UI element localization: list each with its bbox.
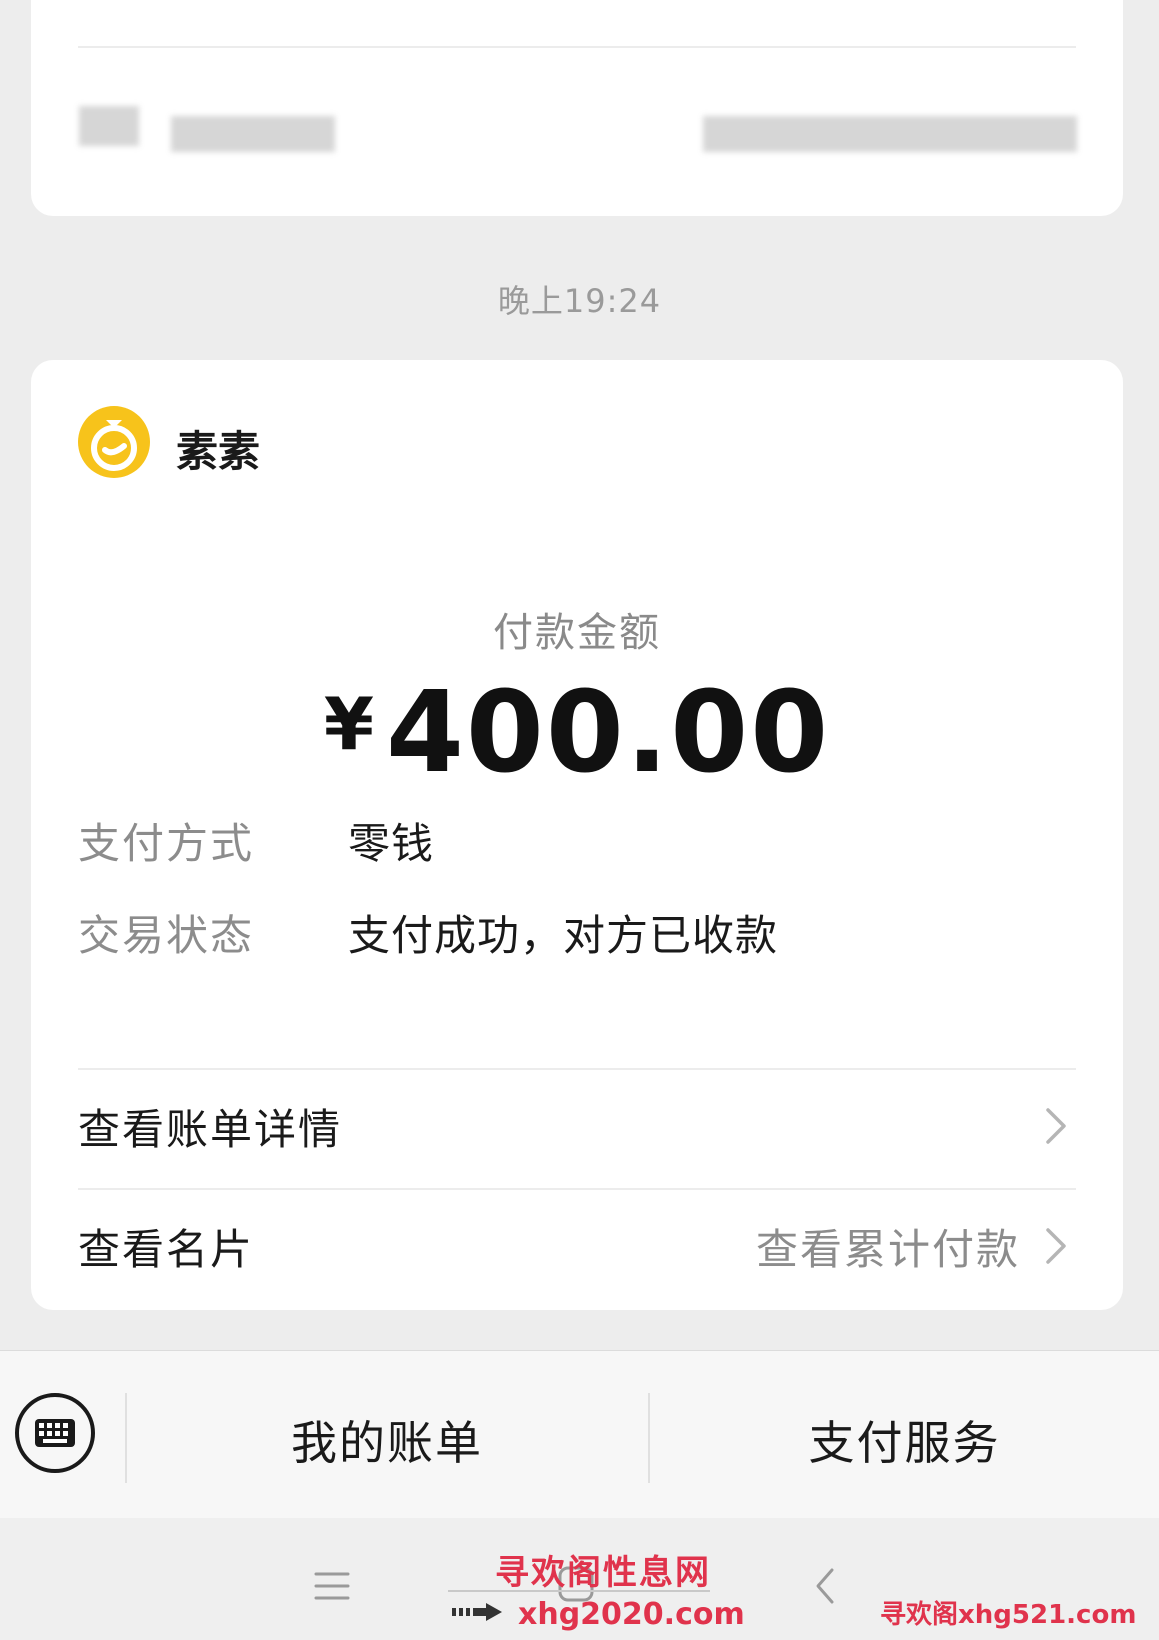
- amount-value: 400.00: [385, 668, 831, 798]
- view-business-card-link[interactable]: 查看名片 查看累计付款: [78, 1194, 1076, 1294]
- view-business-card-label: 查看名片: [78, 1225, 255, 1274]
- view-cumulative-payments-label: 查看累计付款: [755, 1225, 1020, 1274]
- blurred-icon: [79, 106, 139, 146]
- divider: [78, 46, 1076, 48]
- previous-message-card[interactable]: [31, 0, 1123, 216]
- payment-notification-card[interactable]: 素素 付款金额 ¥400.00 支付方式 零钱 交易状态 支付成功，对方已收款 …: [31, 360, 1123, 1310]
- official-account-menu-bar: 我的账单 支付服务: [0, 1350, 1159, 1519]
- payment-method-value: 零钱: [348, 819, 435, 868]
- watermark-arrow-icon: [452, 1603, 502, 1621]
- divider: [78, 1188, 1076, 1190]
- message-timestamp: 晚上19:24: [497, 282, 662, 320]
- back-icon[interactable]: [810, 1564, 840, 1608]
- my-bills-tab[interactable]: 我的账单: [127, 1407, 647, 1473]
- currency-symbol: ¥: [323, 682, 374, 766]
- menu-icon[interactable]: [312, 1568, 352, 1604]
- blurred-text: [171, 116, 335, 152]
- payment-amount: ¥400.00: [31, 668, 1123, 798]
- payment-services-tab[interactable]: 支付服务: [650, 1407, 1159, 1473]
- wechat-pay-coin-bag-icon: [78, 406, 150, 478]
- watermark-url: xhg2020.com: [518, 1597, 745, 1632]
- watermark-corner: 寻欢阁xhg521.com: [880, 1600, 1137, 1630]
- blurred-text: [703, 116, 1077, 152]
- merchant-name: 素素: [176, 427, 261, 476]
- transaction-status-value: 支付成功，对方已收款: [348, 911, 779, 960]
- keyboard-icon[interactable]: [13, 1391, 97, 1475]
- divider: [78, 1068, 1076, 1070]
- view-bill-details-link[interactable]: 查看账单详情: [78, 1074, 1076, 1174]
- transaction-status-label: 交易状态: [78, 911, 255, 960]
- chevron-right-icon: [1046, 1108, 1066, 1144]
- view-bill-details-label: 查看账单详情: [78, 1105, 343, 1154]
- amount-label: 付款金额: [493, 610, 661, 656]
- chevron-right-icon: [1046, 1228, 1066, 1264]
- watermark-title: 寻欢阁性息网: [495, 1553, 711, 1593]
- payment-method-label: 支付方式: [78, 819, 255, 868]
